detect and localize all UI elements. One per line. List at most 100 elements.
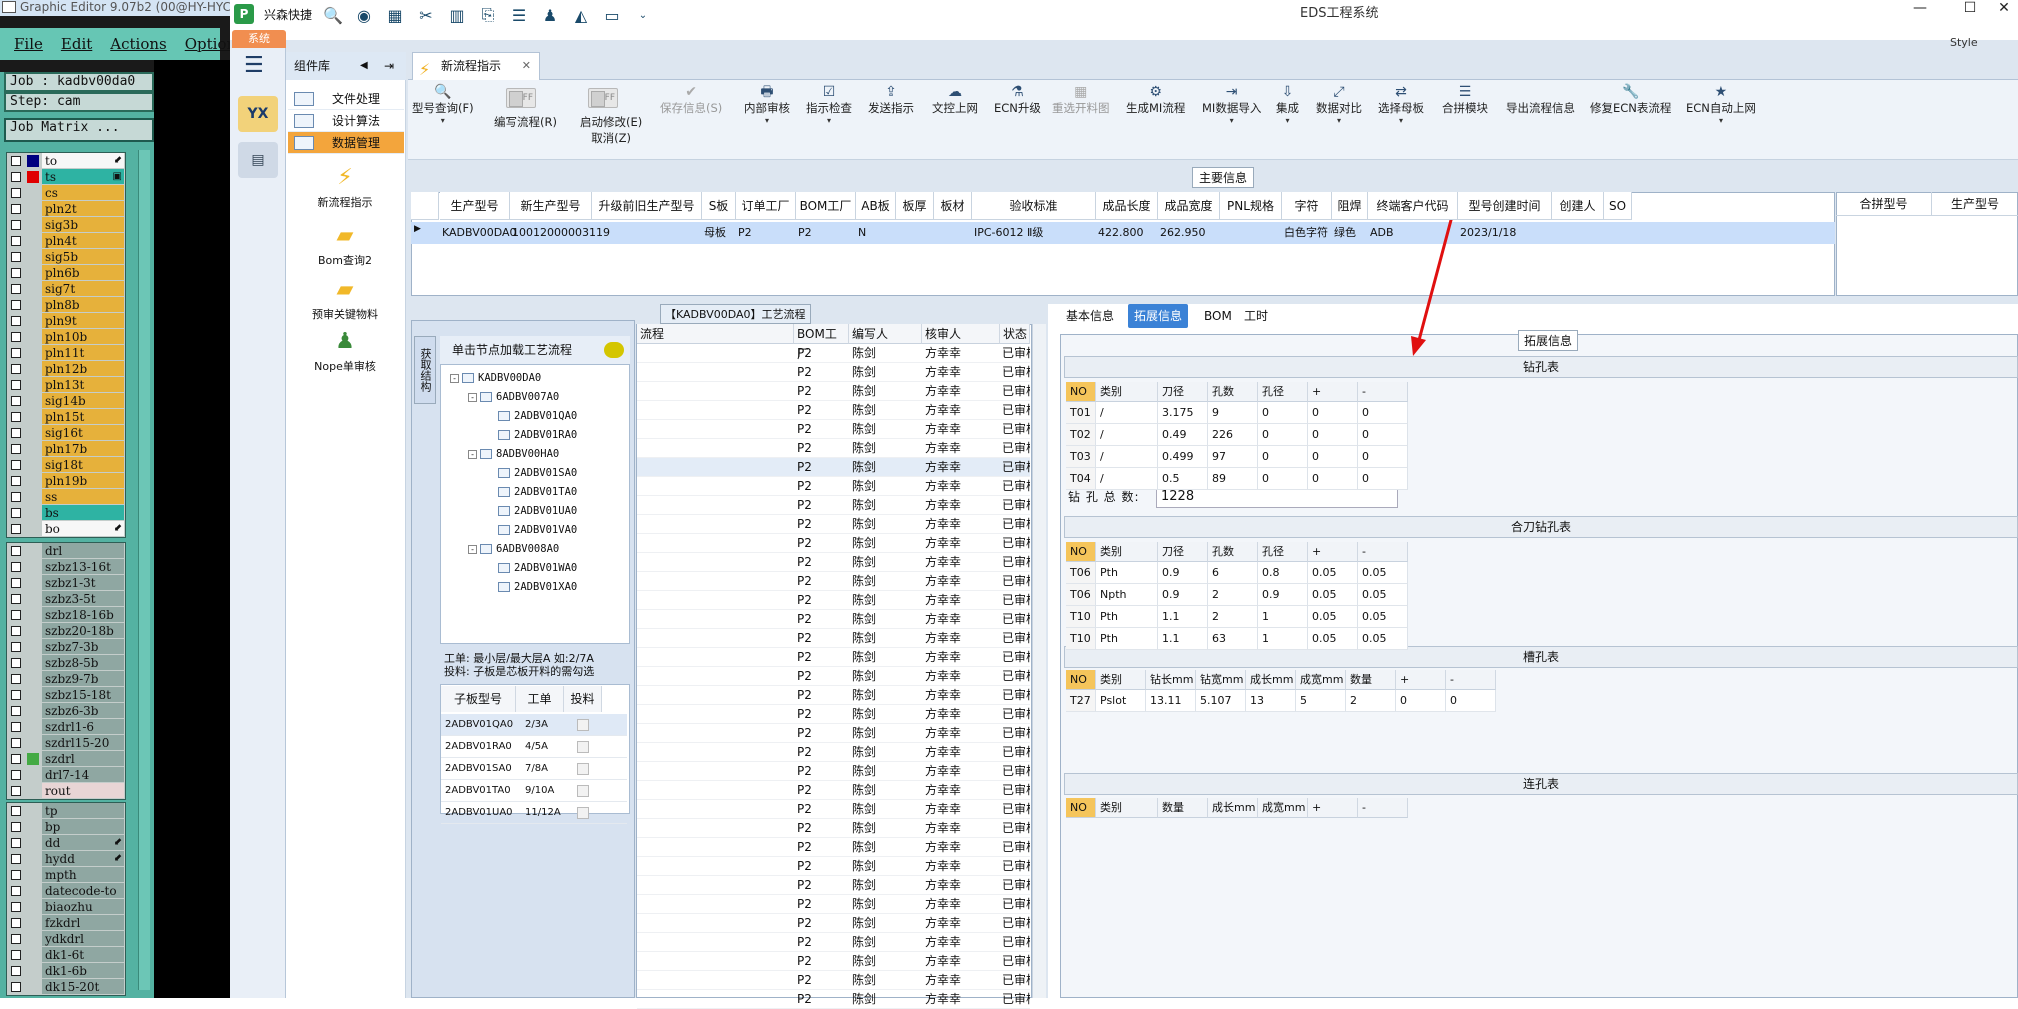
layer-checkbox[interactable] [11, 396, 21, 406]
user-icon[interactable]: ♟ [539, 5, 561, 25]
layer-checkbox[interactable] [11, 902, 21, 912]
column-header[interactable]: 终端客户代码 [1368, 192, 1458, 220]
layer-checkbox[interactable] [11, 380, 21, 390]
layer-row[interactable]: szdrl [7, 751, 125, 767]
layer-checkbox[interactable] [11, 428, 21, 438]
column-header[interactable]: 投料 [564, 686, 602, 712]
column-header[interactable]: 孔数 [1208, 542, 1258, 562]
layer-row[interactable]: drl [7, 543, 125, 559]
layer-checkbox[interactable] [11, 562, 21, 572]
layer-checkbox[interactable] [11, 674, 21, 684]
tree-node[interactable]: 2ADBV01QA0 [486, 410, 577, 422]
process-row[interactable]: 显影P2陈剑方幸幸已审核 [637, 971, 1030, 990]
column-header[interactable]: 钻宽mm [1196, 670, 1246, 690]
layer-checkbox[interactable] [11, 460, 21, 470]
column-header[interactable]: 验收标准 [972, 192, 1096, 220]
column-header[interactable]: 型号创建时间 [1458, 192, 1552, 220]
monitor-icon[interactable]: ▭ [601, 5, 623, 25]
process-row[interactable]: 背钻2P2陈剑方幸幸已审核 [637, 781, 1030, 800]
bom-query-button[interactable]: ▰ Bom查询2 [300, 224, 390, 268]
menu-edit[interactable]: Edit [61, 35, 92, 53]
close-button[interactable]: ✕ [1990, 0, 2018, 18]
layer-checkbox[interactable] [11, 982, 21, 992]
table-row[interactable]: 2ADBV01UA0 11/12A [441, 802, 627, 824]
column-header[interactable]: 成品长度 [1096, 192, 1158, 220]
get-structure-tab[interactable]: 获取结构 [414, 336, 436, 404]
column-header[interactable]: NO [1066, 670, 1096, 690]
column-header[interactable]: 成长mm [1208, 798, 1258, 818]
column-header[interactable]: BOM工厂 [796, 192, 856, 220]
layer-row[interactable]: dk1-6t [7, 947, 125, 963]
table-row[interactable]: 2ADBV01QA0 2/3A [441, 714, 627, 736]
process-row[interactable]: 贴膜P2陈剑方幸幸已审核 [637, 933, 1030, 952]
collapse-left-icon[interactable]: ◀ [360, 52, 368, 80]
layer-row[interactable]: mpth [7, 867, 125, 883]
clipboard-icon[interactable]: ⎘ [477, 5, 499, 25]
ribbon-button[interactable]: ⚙ 生成MI流程 [1126, 84, 1185, 116]
process-row[interactable]: 板镀P2陈剑方幸幸已审核 [637, 667, 1030, 686]
column-header[interactable]: 类别 [1096, 542, 1158, 562]
column-header[interactable]: 刀径 [1158, 542, 1208, 562]
layer-row[interactable]: szbz1-3t [7, 575, 125, 591]
detail-tab[interactable]: BOM [1198, 304, 1238, 328]
ribbon-button[interactable]: ✔ 保存信息(S) [660, 84, 722, 116]
layer-row[interactable]: szbz15-18t [7, 687, 125, 703]
layer-row[interactable]: ss [7, 489, 125, 505]
layer-checkbox[interactable] [11, 316, 21, 326]
collapse-icon[interactable]: - [450, 373, 459, 383]
layer-row[interactable]: to ⬋ [7, 153, 125, 169]
toggle-switch[interactable]: OFF [588, 88, 618, 108]
yx-module-icon[interactable]: YX [238, 96, 278, 132]
process-row[interactable]: 烘板1P2陈剑方幸幸已审核 [637, 553, 1030, 572]
close-tab-icon[interactable]: ✕ [522, 53, 531, 79]
process-row[interactable]: 镀锡2P2陈剑方幸幸已审核 [637, 743, 1030, 762]
column-header[interactable]: 创建人 [1552, 192, 1604, 220]
layer-row[interactable]: pln8b [7, 297, 125, 313]
ribbon-button[interactable]: ⇥ MI数据导入 ▾ [1202, 84, 1261, 126]
process-row[interactable]: -电镀2P2陈剑方幸幸已审核 [637, 686, 1030, 705]
detail-tab[interactable]: 基本信息 [1060, 304, 1120, 328]
process-row[interactable]: 铝片钻孔3P2陈剑方幸幸已审核 [637, 439, 1030, 458]
layer-checkbox[interactable] [11, 578, 21, 588]
process-row[interactable]: -外层蚀刻2P2陈剑方幸幸已审核 [637, 800, 1030, 819]
column-header[interactable]: 数量 [1158, 798, 1208, 818]
grid-icon[interactable]: ▦ [384, 5, 406, 25]
process-row[interactable]: 退锡2P2陈剑方幸幸已审核 [637, 838, 1030, 857]
process-row[interactable]: 沉铜1P2陈剑方幸幸已审核 [637, 591, 1030, 610]
dropdown-icon[interactable]: ▾ [1202, 116, 1261, 126]
layer-checkbox[interactable] [11, 642, 21, 652]
layer-row[interactable]: datecode-to [7, 883, 125, 899]
layer-row[interactable]: fzkdrl [7, 915, 125, 931]
column-header[interactable]: 子板型号 [441, 686, 516, 712]
ribbon-button[interactable]: ⇄ 选择母板 ▾ [1378, 84, 1424, 126]
process-row[interactable]: 减薄铜P2陈剑方幸幸已审核 [637, 401, 1030, 420]
layer-checkbox[interactable] [11, 268, 21, 278]
column-header[interactable]: 成长mm [1246, 670, 1296, 690]
layer-row[interactable]: drl7-14 [7, 767, 125, 783]
layer-row[interactable]: bs [7, 505, 125, 521]
lib-item-data[interactable]: 数据管理 [288, 132, 404, 154]
layer-checkbox[interactable] [11, 706, 21, 716]
dropdown-icon[interactable]: ▾ [1686, 116, 1756, 126]
column-header[interactable]: SO [1604, 192, 1632, 220]
layer-checkbox[interactable] [11, 722, 21, 732]
column-header[interactable]: 核审人 [922, 324, 1000, 344]
tree-node[interactable]: 2ADBV01WA0 [486, 562, 577, 574]
layer-checkbox[interactable] [11, 546, 21, 556]
process-row[interactable]: -钻孔2P2陈剑方幸幸已审核 [637, 762, 1030, 781]
tree-node[interactable]: - 6ADBV008A0 [468, 543, 559, 555]
column-header[interactable]: 订单工厂 [736, 192, 796, 220]
dropdown-icon[interactable]: ▾ [744, 116, 790, 126]
process-scrollbar[interactable] [1032, 324, 1046, 998]
layer-row[interactable]: rout [7, 783, 125, 799]
process-row[interactable]: -电镀P2陈剑方幸幸已审核 [637, 648, 1030, 667]
layer-checkbox[interactable] [11, 626, 21, 636]
layer-row[interactable]: sig7t [7, 281, 125, 297]
layer-checkbox[interactable] [11, 156, 21, 166]
column-header[interactable]: 字符 [1282, 192, 1332, 220]
process-row[interactable]: 曝光P2陈剑方幸幸已审核 [637, 952, 1030, 971]
layer-row[interactable]: tp [7, 803, 125, 819]
layer-checkbox[interactable] [11, 508, 21, 518]
process-row[interactable]: -沉铜4P2陈剑方幸幸已审核 [637, 857, 1030, 876]
column-header[interactable]: 类别 [1096, 798, 1158, 818]
